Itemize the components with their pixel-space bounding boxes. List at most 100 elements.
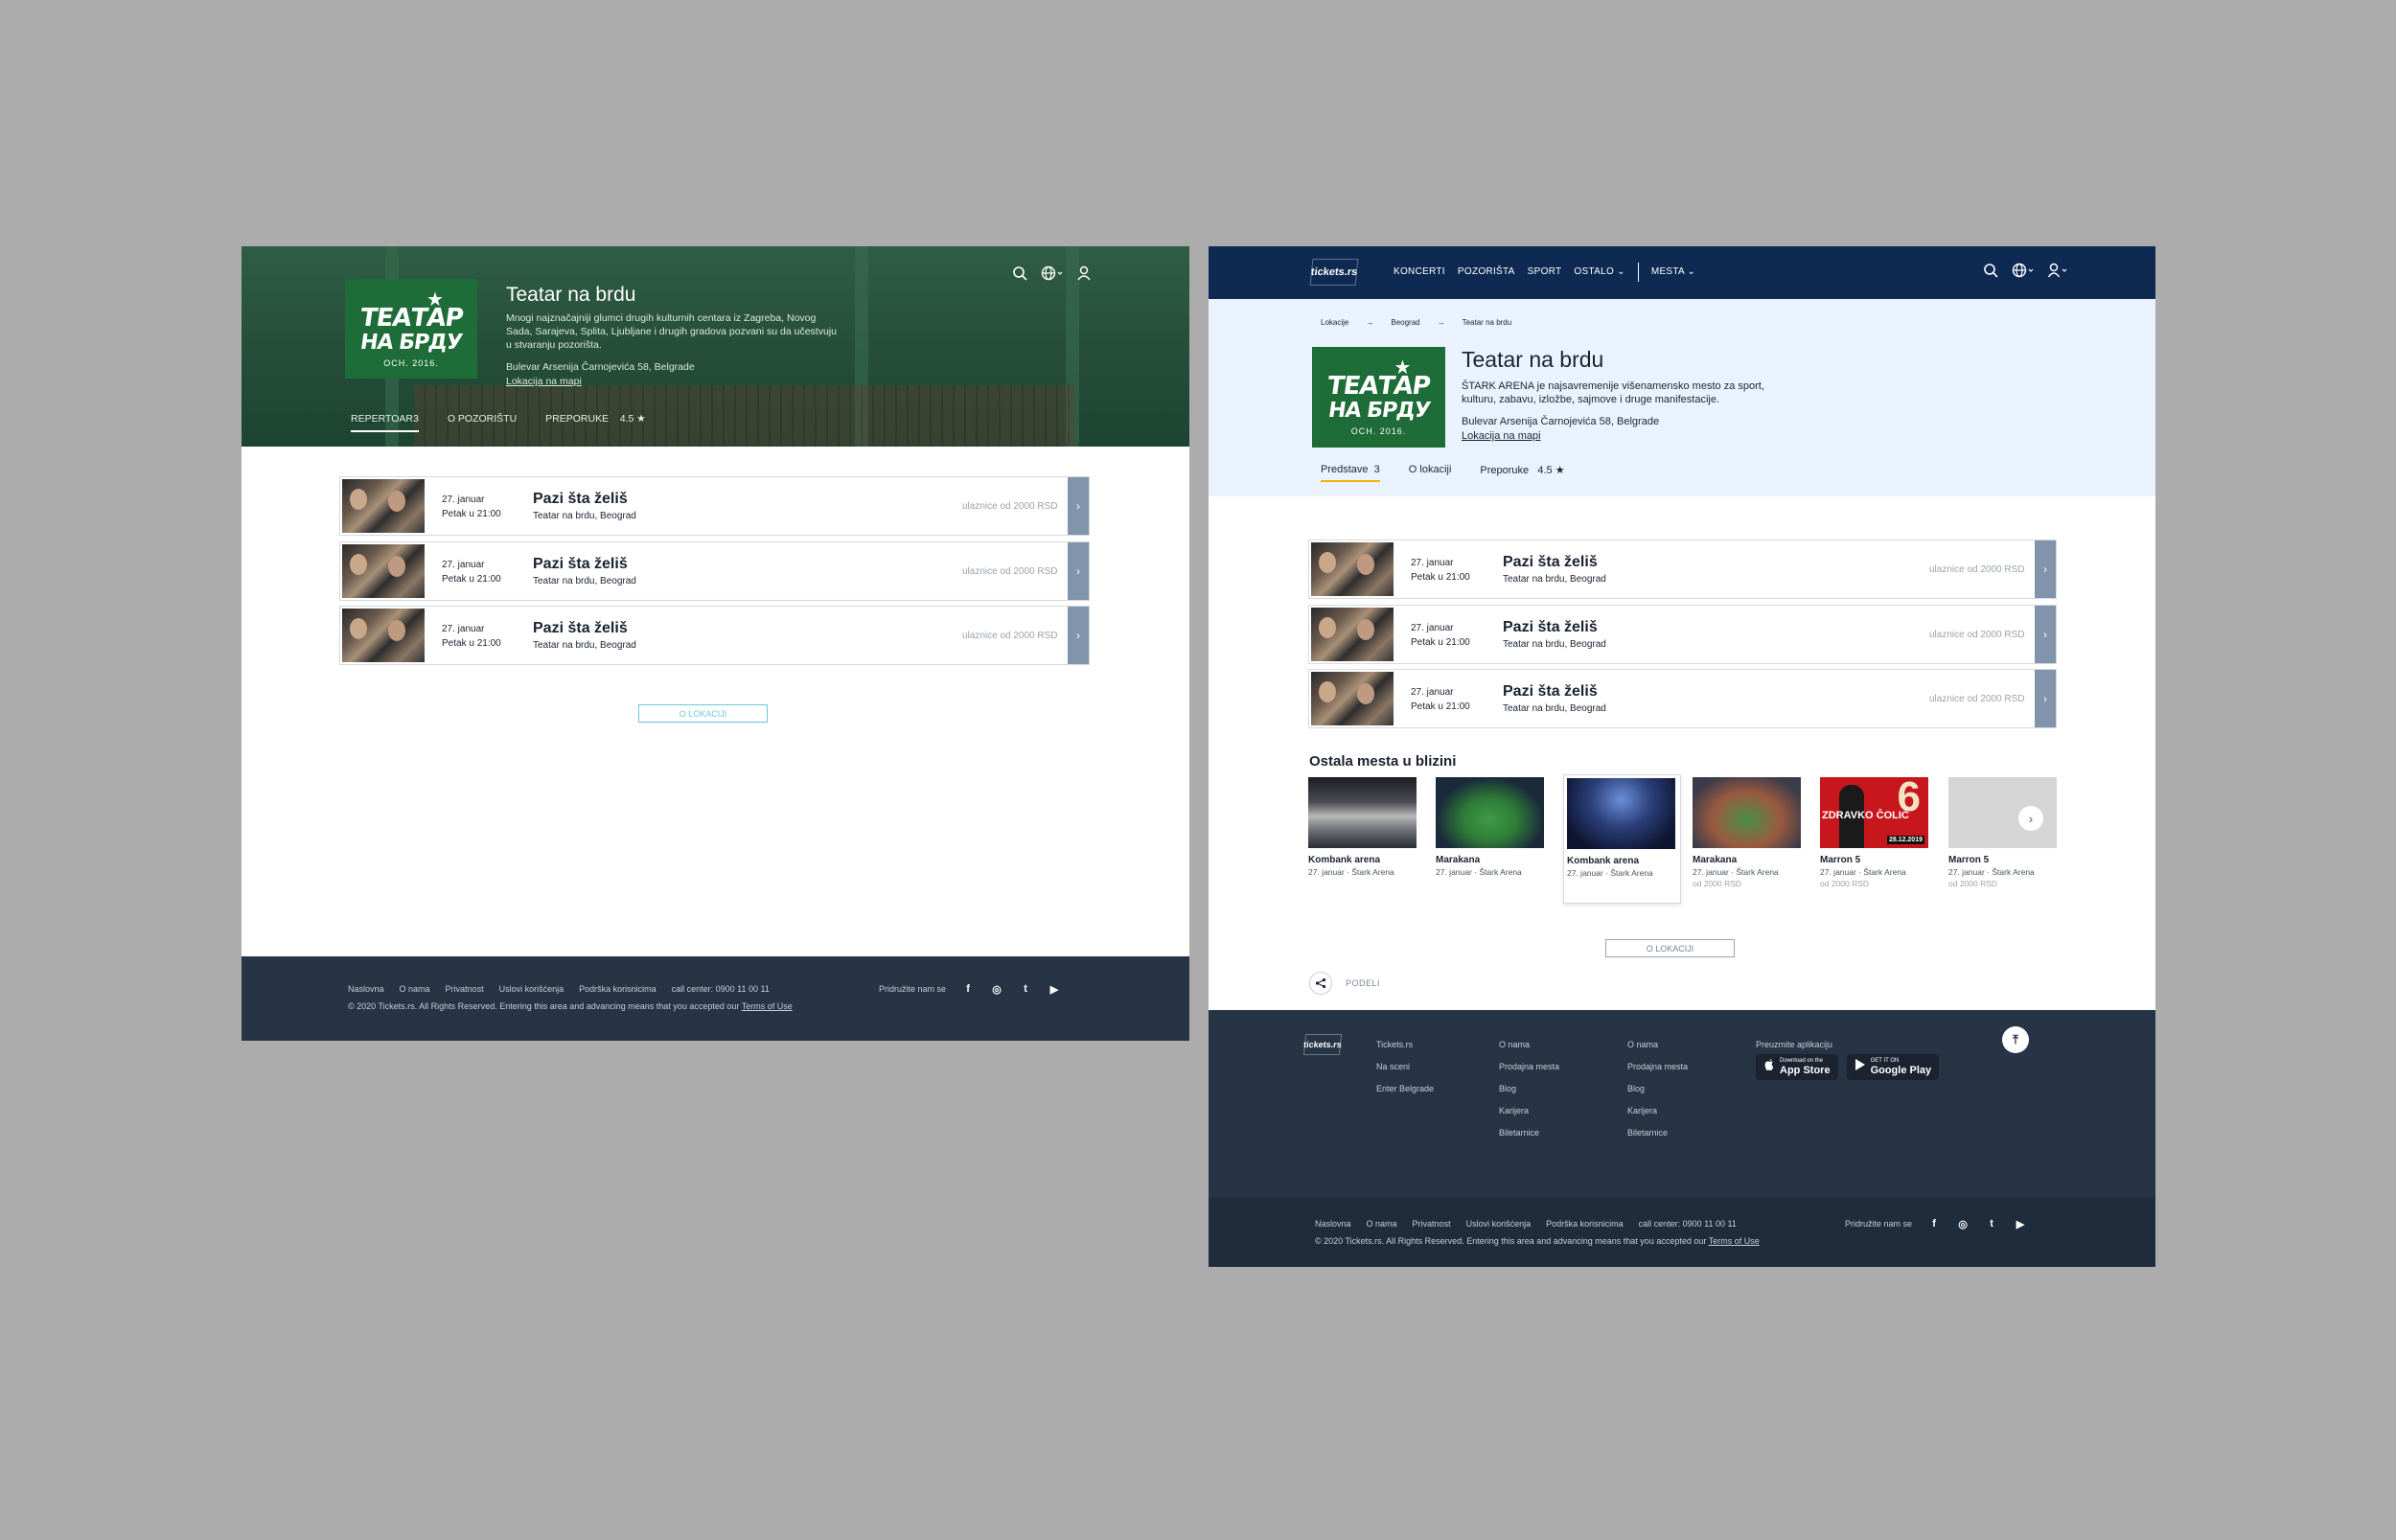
app-store-button[interactable]: Download on the App Store [1756,1054,1838,1080]
youtube-icon[interactable]: ▶ [2014,1217,2027,1230]
tab-predstave[interactable]: Predstave 3 [1321,464,1380,482]
site-logo[interactable]: tickets.rs [1309,259,1359,286]
event-row[interactable]: 27. januar Petak u 21:00 Pazi šta želiš T… [339,606,1090,665]
footer-link[interactable]: Uslovi korišćenja [499,984,564,994]
share-control[interactable]: PODELI [1309,972,1380,995]
footer-link[interactable]: Tickets.rs [1376,1040,1434,1049]
arrow-right-icon: → [1437,318,1445,327]
event-name[interactable]: Pazi šta želiš [1503,554,1598,571]
location-button[interactable]: O LOKACIJI [1605,939,1735,957]
event-thumbnail [342,544,425,598]
footer-link[interactable]: Karijera [1627,1106,1688,1115]
event-name[interactable]: Pazi šta želiš [1503,683,1598,701]
nearby-card[interactable]: 6 ZDRAVKO ČOLIĆ 28.12.2019 Marron 5 27. … [1820,777,1928,888]
chevron-right-icon[interactable]: › [2035,540,2056,598]
terms-link[interactable]: Terms of Use [742,1001,793,1011]
app-store-badges: Download on the App Store GET IT ON Google… [1756,1054,1940,1080]
event-thumbnail [342,479,425,533]
tab-o-lokaciji[interactable]: O lokaciji [1409,464,1452,482]
footer-link[interactable]: Prodajna mesta [1499,1062,1559,1071]
footer-link[interactable]: Blog [1499,1084,1559,1093]
event-price: ulaznice od 2000 RSD [962,566,1058,577]
footer-link[interactable]: Uslovi korišćenja [1466,1219,1532,1229]
menu-pozorista[interactable]: POZORIŠTA [1458,266,1515,282]
footer-link[interactable]: Karijera [1499,1106,1559,1115]
footer-link[interactable]: O nama [400,984,430,994]
footer-link[interactable]: Naslovna [348,984,384,994]
share-icon[interactable] [1309,972,1332,995]
nearby-card[interactable]: Kombank arena 27. januar · Štark Arena [1308,777,1417,877]
footer: tickets.rs Tickets.rs Na sceni Enter Bel… [1209,1010,2155,1267]
footer-link[interactable]: Blog [1627,1084,1688,1093]
footer-col: O nama Prodajna mesta Blog Karijera Bile… [1499,1040,1559,1138]
event-row[interactable]: 27. januar Petak u 21:00 Pazi šta želiš T… [1308,605,2057,664]
chevron-right-icon[interactable]: › [1068,477,1089,535]
chevron-right-icon[interactable]: › [2035,606,2056,663]
search-icon[interactable] [1012,265,1027,286]
map-link[interactable]: Lokacija na mapi [506,376,582,387]
carousel-next-icon[interactable]: › [2018,806,2043,831]
share-label[interactable]: PODELI [1346,978,1380,988]
facebook-icon[interactable]: f [961,982,975,996]
chevron-right-icon[interactable]: › [1068,542,1089,600]
footer-link[interactable]: Podrška korisnicima [579,984,657,994]
nearby-card[interactable]: Marakana 27. januar · Štark Arena od 200… [1693,777,1801,888]
venue-title: Teatar na brdu [506,284,636,306]
menu-koncerti[interactable]: KONCERTI [1394,266,1445,282]
footer-links: Naslovna O nama Privatnost Uslovi korišć… [1315,1219,1737,1229]
terms-link[interactable]: Terms of Use [1709,1236,1760,1246]
event-name[interactable]: Pazi šta želiš [533,556,628,573]
youtube-icon[interactable]: ▶ [1048,982,1061,996]
menu-ostalo[interactable]: OSTALO ⌄ [1574,266,1624,282]
event-name[interactable]: Pazi šta želiš [533,491,628,508]
footer-link[interactable]: Na sceni [1376,1062,1434,1071]
footer-logo[interactable]: tickets.rs [1303,1034,1342,1055]
facebook-icon[interactable]: f [1927,1217,1941,1230]
footer-link[interactable]: O nama [1367,1219,1397,1229]
nearby-card-selected[interactable]: Kombank arena 27. januar · Štark Arena [1563,774,1681,904]
breadcrumb-item[interactable]: Beograd [1391,318,1419,327]
nearby-card[interactable]: Marakana 27. januar · Štark Arena [1436,777,1544,877]
footer-link[interactable]: Prodajna mesta [1627,1062,1688,1071]
tab-o-pozoristu[interactable]: O POZORIŠTU [448,413,517,432]
instagram-icon[interactable]: ◎ [1956,1217,1970,1230]
footer-link[interactable]: O nama [1627,1040,1688,1049]
footer-link[interactable]: O nama [1499,1040,1559,1049]
chevron-right-icon[interactable]: › [2035,670,2056,727]
nearby-card[interactable]: Marron 5 27. januar · Štark Arena od 200… [1948,777,2057,888]
footer-link[interactable]: Naslovna [1315,1219,1351,1229]
venue-tabs: REPERTOAR3 O POZORIŠTU PREPORUKE 4.5 ★ [351,413,646,432]
scroll-top-icon[interactable]: ⤒ [2002,1026,2029,1053]
tab-preporuke[interactable]: Preporuke 4.5 ★ [1480,464,1564,482]
event-name[interactable]: Pazi šta želiš [1503,619,1598,636]
event-name[interactable]: Pazi šta želiš [533,620,628,637]
tab-preporuke[interactable]: PREPORUKE 4.5 ★ [545,413,646,432]
google-play-button[interactable]: GET IT ON Google Play [1846,1054,1940,1080]
breadcrumb-item[interactable]: Lokacije [1321,318,1348,327]
globe-icon[interactable] [1041,265,1064,286]
chevron-right-icon[interactable]: › [1068,607,1089,664]
footer-link[interactable]: Biletarnice [1499,1128,1559,1138]
footer-link[interactable]: Enter Belgrade [1376,1084,1434,1093]
footer-link[interactable]: Biletarnice [1627,1128,1688,1138]
twitter-icon[interactable]: t [1019,982,1032,996]
instagram-icon[interactable]: ◎ [990,982,1003,996]
concert-poster: 6 ZDRAVKO ČOLIĆ 28.12.2019 [1820,777,1928,848]
menu-sport[interactable]: SPORT [1528,266,1562,282]
menu-mesta[interactable]: MESTA ⌄ [1651,266,1695,282]
event-row[interactable]: 27. januar Petak u 21:00 Pazi šta želiš T… [339,476,1090,536]
user-icon[interactable] [1077,265,1091,286]
tab-repertoar[interactable]: REPERTOAR3 [351,413,419,432]
footer-link[interactable]: Podrška korisnicima [1546,1219,1624,1229]
event-row[interactable]: 27. januar Petak u 21:00 Pazi šta želiš T… [1308,669,2057,728]
globe-icon[interactable] [2012,263,2035,283]
location-button[interactable]: O LOKACIJI [638,704,768,723]
user-icon[interactable] [2047,263,2069,283]
map-link[interactable]: Lokacija na mapi [1462,430,1541,442]
event-row[interactable]: 27. januar Petak u 21:00 Pazi šta želiš T… [1308,540,2057,599]
event-row[interactable]: 27. januar Petak u 21:00 Pazi šta želiš T… [339,541,1090,601]
footer-link[interactable]: Privatnost [446,984,484,994]
search-icon[interactable] [1983,263,1998,283]
footer-link[interactable]: Privatnost [1413,1219,1451,1229]
twitter-icon[interactable]: t [1985,1217,1998,1230]
